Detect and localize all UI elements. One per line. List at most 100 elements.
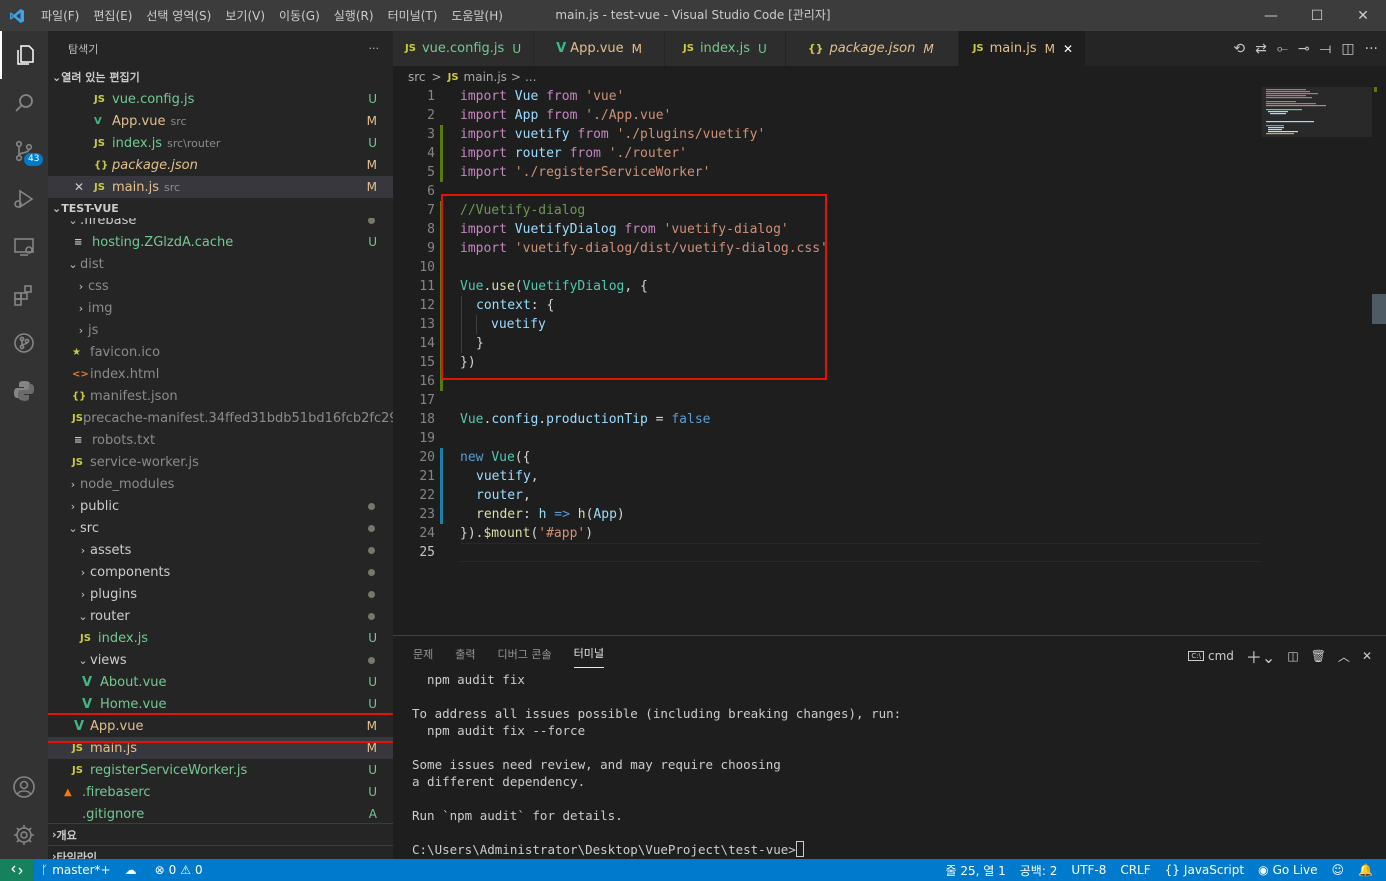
tree-file[interactable]: ≡ hosting.ZGlzdA.cache U [48,231,393,253]
more-actions-icon[interactable]: ··· [369,42,380,55]
problems-indicator[interactable]: ⊗ 0 ⚠ 0 [148,863,210,877]
breadcrumb-symbols[interactable]: ... [525,70,536,84]
menu-go[interactable]: 이동(G) [272,7,327,24]
tab-problems[interactable]: 문제 [413,640,433,668]
tree-file[interactable]: V Home.vue U [48,693,393,715]
end-of-line[interactable]: CRLF [1113,863,1157,877]
indentation[interactable]: 공백: 2 [1013,862,1065,879]
tree-folder[interactable]: › public [48,495,393,517]
open-editor-item-active[interactable]: ✕ JS main.js src M [48,176,393,198]
breadcrumb-folder[interactable]: src [408,70,426,84]
tree-file[interactable]: ▲ .firebaserc U [48,781,393,803]
tab-app-vue[interactable]: V App.vue M [534,31,665,66]
tree-file[interactable]: ★ favicon.ico [48,341,393,363]
tree-file[interactable]: <> index.html [48,363,393,385]
minimap[interactable] [1262,87,1372,147]
git-graph-icon[interactable] [0,319,48,367]
split-terminal-icon[interactable]: ◫ [1287,649,1298,663]
git-next-icon[interactable]: ⟞ [1320,41,1332,57]
tab-terminal[interactable]: 터미널 [573,639,604,668]
tree-folder[interactable]: › img [48,297,393,319]
go-live-button[interactable]: ◉ Go Live [1251,863,1324,877]
notifications-bell-icon[interactable]: 🔔 [1351,863,1380,877]
explorer-icon[interactable] [0,31,48,79]
run-debug-icon[interactable] [0,175,48,223]
git-branch[interactable]: ᚴ master*+ [34,863,118,877]
tree-folder[interactable]: › node_modules [48,473,393,495]
language-mode[interactable]: {} JavaScript [1158,863,1251,877]
tree-folder[interactable]: › components [48,561,393,583]
tree-file[interactable]: JS service-worker.js [48,451,393,473]
menu-run[interactable]: 실행(R) [327,7,381,24]
search-icon[interactable] [0,79,48,127]
cursor-position[interactable]: 줄 25, 열 1 [939,862,1013,879]
terminal-output[interactable]: npm audit fix To address all issues possi… [412,671,901,858]
tree-file[interactable]: V About.vue U [48,671,393,693]
tree-folder[interactable]: ⌄ src [48,517,393,539]
new-terminal-icon[interactable]: ＋⌄ [1246,644,1275,668]
menu-edit[interactable]: 편집(E) [86,7,139,24]
open-editor-item[interactable]: JS vue.config.js U [48,88,393,110]
tree-folder[interactable]: › css [48,275,393,297]
close-editor-icon[interactable]: ✕ [74,180,94,194]
open-editor-item[interactable]: JS index.js src\router U [48,132,393,154]
source-control-icon[interactable]: 43 [0,127,48,175]
remote-explorer-icon[interactable] [0,223,48,271]
git-previous-icon[interactable]: ⟜ [1277,41,1288,57]
outline-header[interactable]: › 개요 [48,823,393,845]
open-editor-item[interactable]: {} package.json M [48,154,393,176]
tab-package-json[interactable]: {} package.json M [785,31,959,66]
tab-index-js[interactable]: JS index.js U [665,31,786,66]
breadcrumb-file[interactable]: main.js [464,70,507,84]
tree-file[interactable]: .gitignore A [48,803,393,823]
python-icon[interactable] [0,367,48,415]
terminal-selector[interactable]: C:\ cmd [1188,649,1234,663]
compare-changes-icon[interactable]: ⇄ [1255,41,1267,57]
sync-button[interactable]: ☁ [118,863,148,877]
scroll-thumb[interactable] [1372,294,1386,324]
settings-gear-icon[interactable] [0,811,48,859]
menu-file[interactable]: 파일(F) [34,7,86,24]
tree-file[interactable]: JS registerServiceWorker.js U [48,759,393,781]
close-panel-icon[interactable]: ✕ [1362,649,1372,663]
close-window-icon[interactable]: ✕ [1340,0,1386,31]
open-editors-header[interactable]: ⌄ 열려 있는 편집기 [48,66,393,88]
tree-folder[interactable]: ⌄ views [48,649,393,671]
more-actions-icon[interactable]: ··· [1365,41,1378,57]
tree-folder[interactable]: ⌄ .firebase [48,218,393,231]
code-editor[interactable]: 1 2 3 4 5 6 7 8 9 10 11 12 13 14 15 16 17 18 19 20 21 22 23 24 2… [393,87,1386,635]
editor-scrollbar[interactable] [1372,87,1386,635]
tree-file[interactable]: JS index.js U [48,627,393,649]
minimize-icon[interactable]: — [1248,0,1294,31]
tree-folder[interactable]: › plugins [48,583,393,605]
tree-folder[interactable]: ⌄ dist [48,253,393,275]
maximize-panel-icon[interactable]: ︿ [1338,648,1350,665]
menu-help[interactable]: 도움말(H) [444,7,510,24]
split-editor-icon[interactable]: ◫ [1341,41,1354,57]
tree-folder[interactable]: › assets [48,539,393,561]
close-tab-icon[interactable]: ✕ [1063,42,1073,56]
account-icon[interactable] [0,763,48,811]
project-header[interactable]: ⌄ TEST-VUE [48,198,393,218]
tree-file[interactable]: {} manifest.json [48,385,393,407]
remote-indicator-icon[interactable] [0,859,34,881]
open-editor-item[interactable]: V App.vue src M [48,110,393,132]
timeline-history-icon[interactable]: ⟲ [1233,41,1245,57]
git-commit-icon[interactable]: ⊸ [1298,41,1310,57]
feedback-icon[interactable]: ☺ [1325,863,1352,877]
extensions-icon[interactable] [0,271,48,319]
tab-vue-config[interactable]: JS vue.config.js U [393,31,535,66]
menu-view[interactable]: 보기(V) [218,7,272,24]
tree-file[interactable]: JS precache-manifest.34ffed31bdb51bd16fcb… [48,407,393,429]
tree-file[interactable]: ≡ robots.txt [48,429,393,451]
tree-folder[interactable]: › js [48,319,393,341]
menu-selection[interactable]: 선택 영역(S) [139,7,218,24]
tab-main-js[interactable]: JS main.js M ✕ [958,31,1087,66]
maximize-icon[interactable]: ☐ [1294,0,1340,31]
encoding[interactable]: UTF-8 [1064,863,1113,877]
trash-icon[interactable]: 🗑 [1311,649,1326,663]
tree-folder[interactable]: ⌄ router [48,605,393,627]
menu-terminal[interactable]: 터미널(T) [381,7,445,24]
tab-output[interactable]: 출력 [455,640,475,668]
tab-debug-console[interactable]: 디버그 콘솔 [498,640,552,668]
